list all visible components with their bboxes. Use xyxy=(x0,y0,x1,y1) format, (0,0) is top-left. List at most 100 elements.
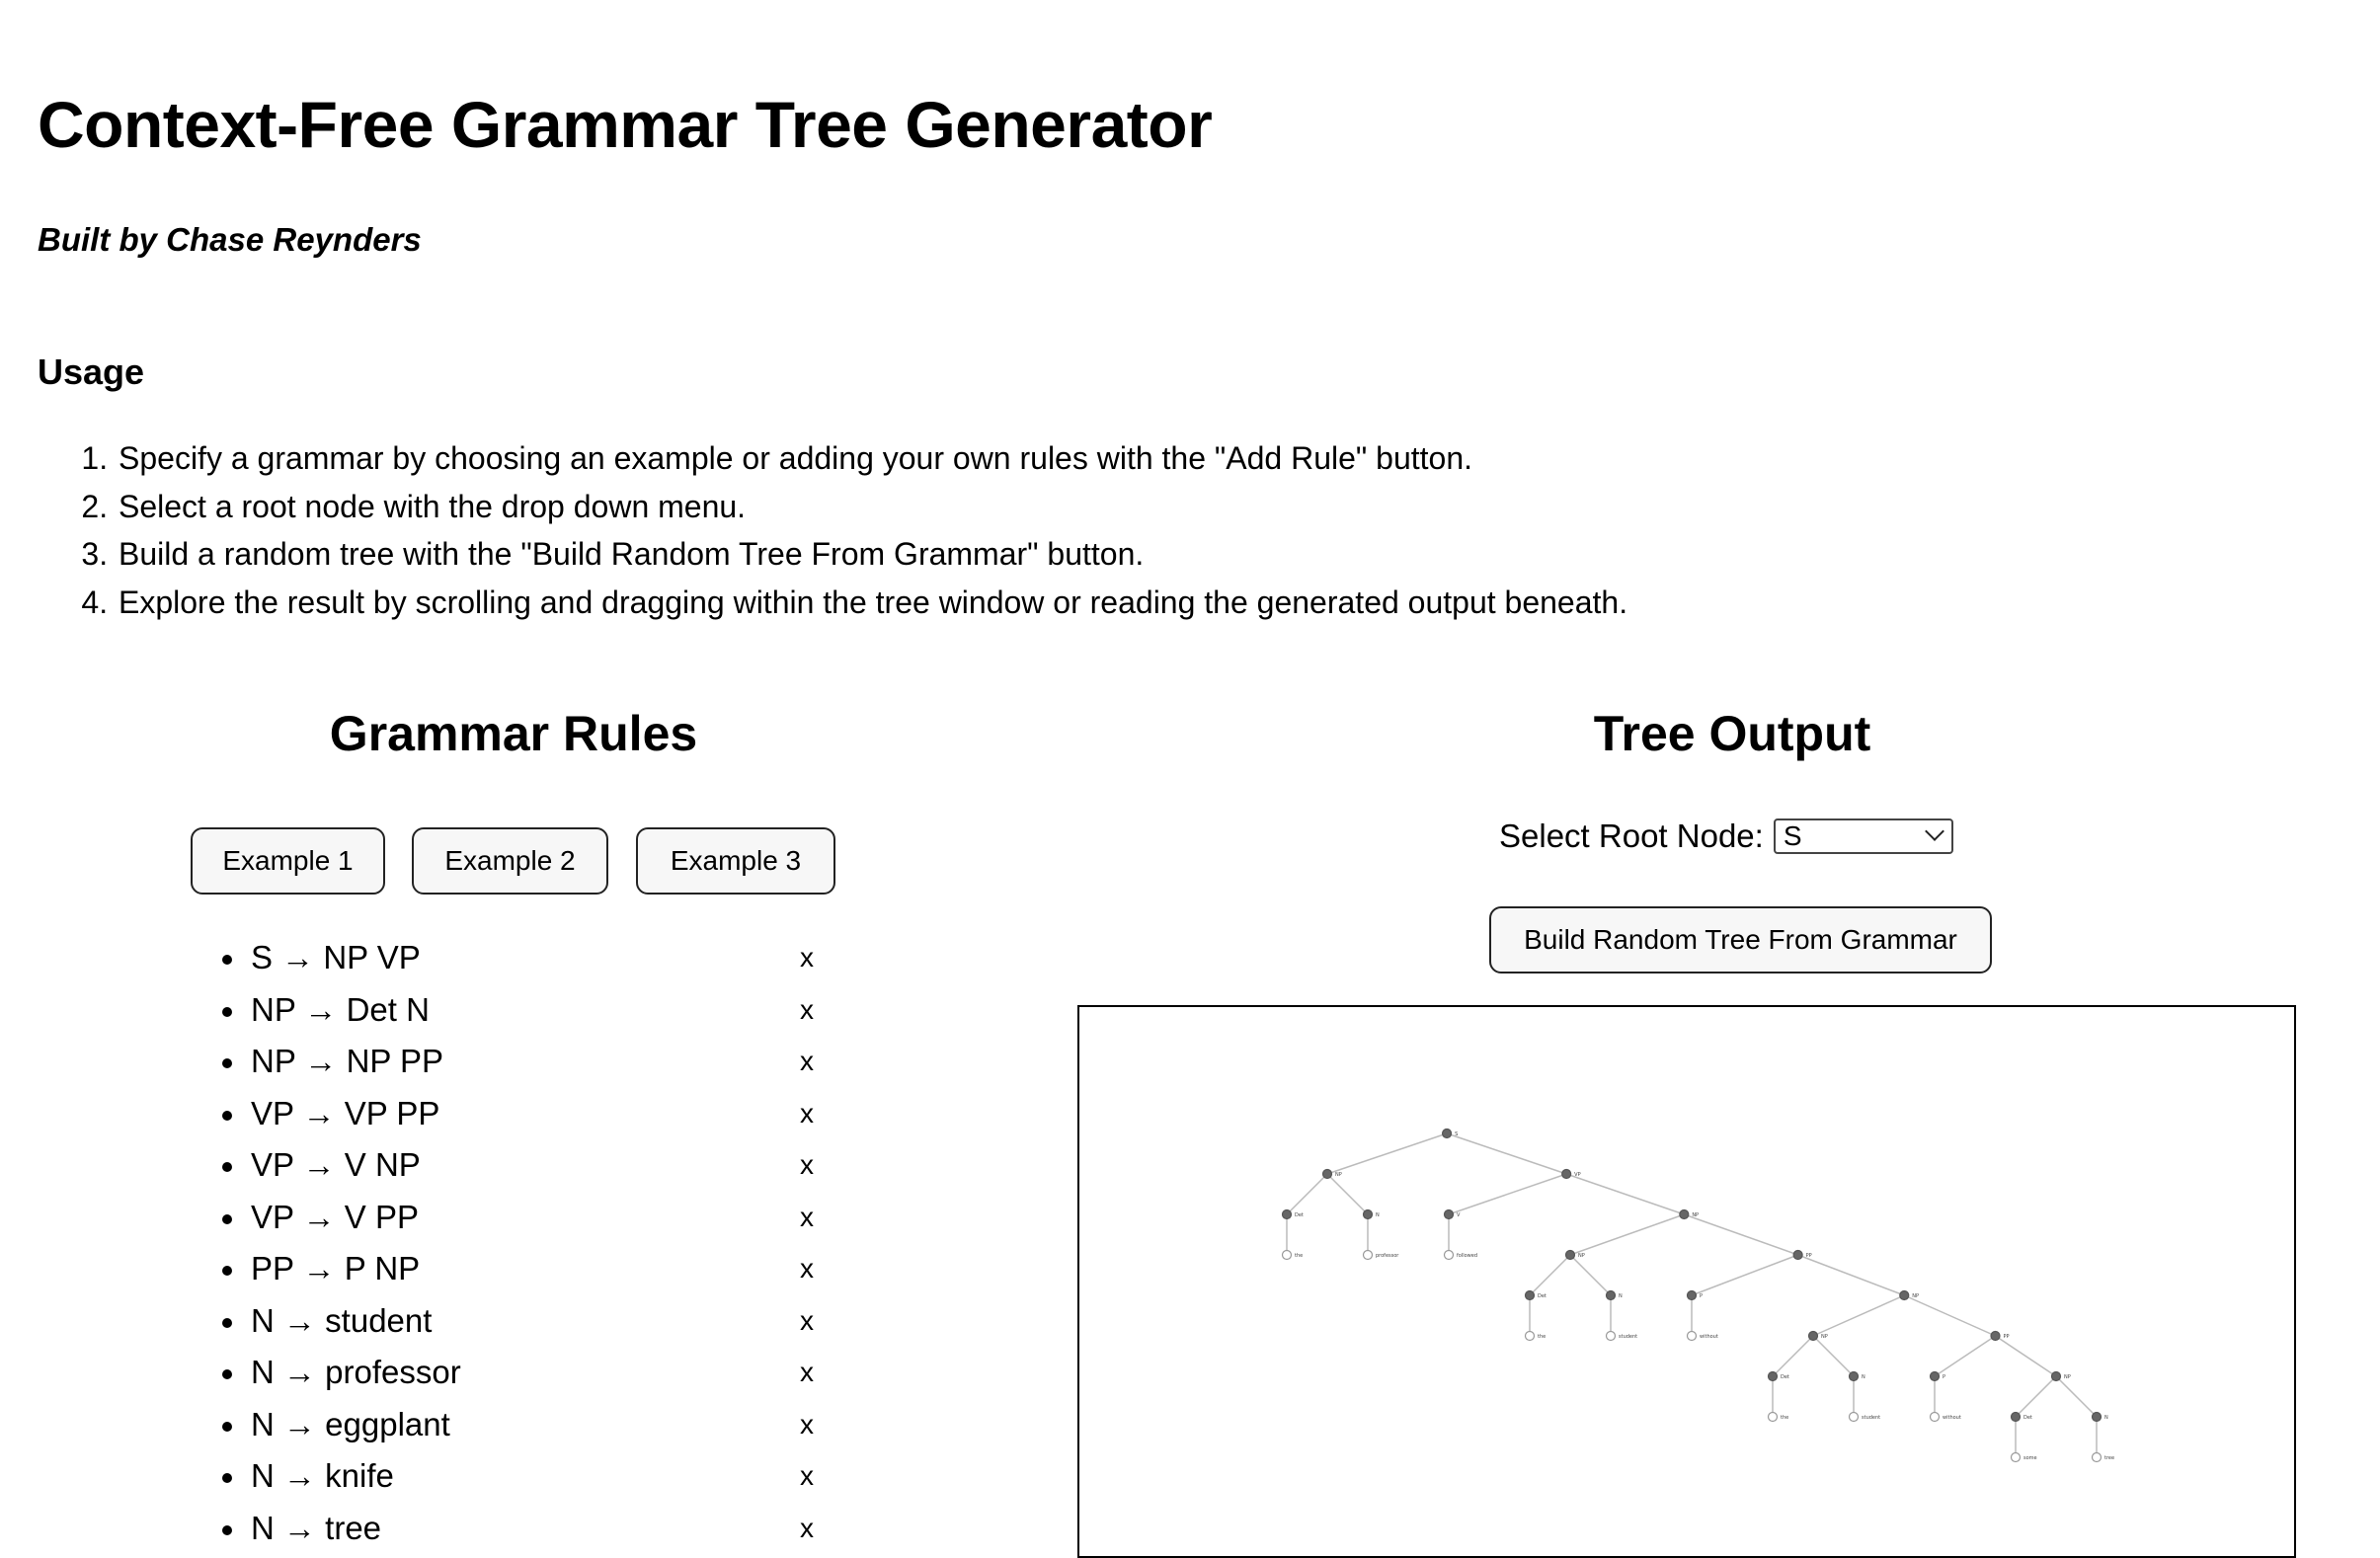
root-node-selector: Select Root Node: S xyxy=(1499,818,1953,855)
tree-node[interactable] xyxy=(1564,1249,1576,1261)
tree-node-label: Det xyxy=(1295,1212,1304,1218)
tree-edge xyxy=(1326,1173,1369,1215)
tree-node-label: NP xyxy=(1578,1253,1585,1259)
tree-node-label: the xyxy=(1538,1334,1546,1340)
tree-node[interactable] xyxy=(2091,1411,2102,1423)
grammar-rule: N → tree x xyxy=(38,1503,818,1555)
tree-node[interactable] xyxy=(1990,1330,2001,1342)
bullet-icon xyxy=(222,1317,232,1328)
tree-leaf-node[interactable] xyxy=(2010,1451,2022,1463)
tree-node[interactable] xyxy=(1362,1208,1374,1220)
tree-node-label: S xyxy=(1455,1131,1458,1137)
tree-node-label: NP xyxy=(2064,1374,2071,1380)
tree-edge xyxy=(1812,1294,1905,1337)
tree-edge xyxy=(1934,1335,1996,1377)
tree-node[interactable] xyxy=(1524,1289,1536,1301)
tree-node[interactable] xyxy=(1899,1289,1910,1301)
bullet-icon xyxy=(222,1162,232,1172)
tree-leaf-node[interactable] xyxy=(1443,1249,1455,1261)
example-3-button[interactable]: Example 3 xyxy=(636,827,835,895)
tree-node[interactable] xyxy=(2010,1411,2022,1423)
tree-node[interactable] xyxy=(1443,1208,1455,1220)
bullet-icon xyxy=(222,955,232,965)
tree-node-label: Det xyxy=(1538,1293,1547,1299)
remove-rule-button[interactable]: x xyxy=(800,1347,814,1399)
tree-node-label: professor xyxy=(1376,1253,1399,1259)
tree-node[interactable] xyxy=(1792,1249,1803,1261)
tree-edge xyxy=(1286,1173,1328,1215)
grammar-rules-heading: Grammar Rules xyxy=(329,706,698,761)
tree-node-label: without xyxy=(1943,1415,1961,1421)
tree-edge xyxy=(1903,1294,1996,1337)
author-byline: Built by Chase Reynders xyxy=(38,221,422,258)
rule-text: NP → Det N xyxy=(251,990,430,1028)
remove-rule-button[interactable]: x xyxy=(800,1503,814,1555)
example-1-button[interactable]: Example 1 xyxy=(191,827,385,895)
remove-rule-button[interactable]: x xyxy=(800,984,814,1037)
tree-node[interactable] xyxy=(1848,1370,1860,1382)
tree-node[interactable] xyxy=(1281,1208,1293,1220)
bullet-icon xyxy=(222,1369,232,1379)
usage-step: Explore the result by scrolling and drag… xyxy=(117,579,1627,627)
tree-node[interactable] xyxy=(1441,1128,1453,1139)
root-node-label: Select Root Node: xyxy=(1499,818,1764,854)
tree-edge xyxy=(1529,1254,1571,1296)
bullet-icon xyxy=(222,1266,232,1276)
tree-canvas[interactable]: SNPDettheNprofessorVPVfollowedNPNPDetthe… xyxy=(1079,1007,2294,1556)
tree-node[interactable] xyxy=(2050,1370,2062,1382)
tree-leaf-node[interactable] xyxy=(1848,1411,1860,1423)
tree-edge xyxy=(1446,1132,1567,1175)
build-tree-button[interactable]: Build Random Tree From Grammar xyxy=(1489,906,1992,974)
tree-leaf-node[interactable] xyxy=(2091,1451,2102,1463)
remove-rule-button[interactable]: x xyxy=(800,932,814,984)
root-node-value: S xyxy=(1783,820,1802,851)
tree-node[interactable] xyxy=(1561,1168,1572,1180)
grammar-rule: VP → V NP x xyxy=(38,1139,818,1192)
usage-heading: Usage xyxy=(38,351,145,392)
remove-rule-button[interactable]: x xyxy=(800,1450,814,1503)
remove-rule-button[interactable]: x xyxy=(800,1399,814,1451)
remove-rule-button[interactable]: x xyxy=(800,1036,814,1088)
tree-edge xyxy=(1569,1254,1612,1296)
rule-text: VP → V NP xyxy=(251,1146,421,1183)
grammar-rule: PP → P NP x xyxy=(38,1243,818,1295)
grammar-rule: N → eggplant x xyxy=(38,1399,818,1451)
remove-rule-button[interactable]: x xyxy=(800,1139,814,1192)
tree-node[interactable] xyxy=(1686,1289,1698,1301)
example-2-button[interactable]: Example 2 xyxy=(412,827,608,895)
tree-node-label: NP xyxy=(1821,1334,1828,1340)
grammar-rule-list: S → NP VP x NP → Det N x NP → NP PP x VP → … xyxy=(38,932,818,1554)
tree-edge xyxy=(1797,1254,1905,1296)
tree-leaf-node[interactable] xyxy=(1524,1330,1536,1342)
tree-node[interactable] xyxy=(1321,1168,1333,1180)
tree-leaf-node[interactable] xyxy=(1605,1330,1617,1342)
bullet-icon xyxy=(222,1006,232,1017)
tree-output-heading: Tree Output xyxy=(1593,706,1871,761)
tree-leaf-node[interactable] xyxy=(1281,1249,1293,1261)
tree-leaf-node[interactable] xyxy=(1929,1411,1941,1423)
tree-window[interactable]: S NP Det the Nprofessor VP Vfollowed NP NP Det the… xyxy=(1077,1005,2296,1558)
tree-node[interactable] xyxy=(1929,1370,1941,1382)
rule-text: S → NP VP xyxy=(251,939,421,975)
rule-text: VP → V PP xyxy=(251,1198,419,1235)
tree-node-label: VP xyxy=(1574,1172,1580,1178)
remove-rule-button[interactable]: x xyxy=(800,1243,814,1295)
tree-node-label: the xyxy=(1295,1253,1303,1259)
usage-step: Build a random tree with the "Build Rand… xyxy=(117,530,1627,579)
tree-node-label: P xyxy=(1700,1293,1703,1299)
remove-rule-button[interactable]: x xyxy=(800,1192,814,1244)
tree-node-label: N xyxy=(1862,1374,1865,1380)
tree-node[interactable] xyxy=(1807,1330,1819,1342)
tree-leaf-node[interactable] xyxy=(1686,1330,1698,1342)
root-node-select[interactable]: S xyxy=(1773,818,1953,854)
tree-leaf-node[interactable] xyxy=(1362,1249,1374,1261)
tree-leaf-node[interactable] xyxy=(1767,1411,1779,1423)
tree-edge xyxy=(1995,1335,2057,1377)
tree-node[interactable] xyxy=(1767,1370,1779,1382)
remove-rule-button[interactable]: x xyxy=(800,1088,814,1140)
rule-text: N → tree xyxy=(251,1509,382,1546)
tree-node-label: student xyxy=(1862,1415,1880,1421)
tree-node[interactable] xyxy=(1605,1289,1617,1301)
remove-rule-button[interactable]: x xyxy=(800,1295,814,1348)
tree-node[interactable] xyxy=(1679,1208,1690,1220)
